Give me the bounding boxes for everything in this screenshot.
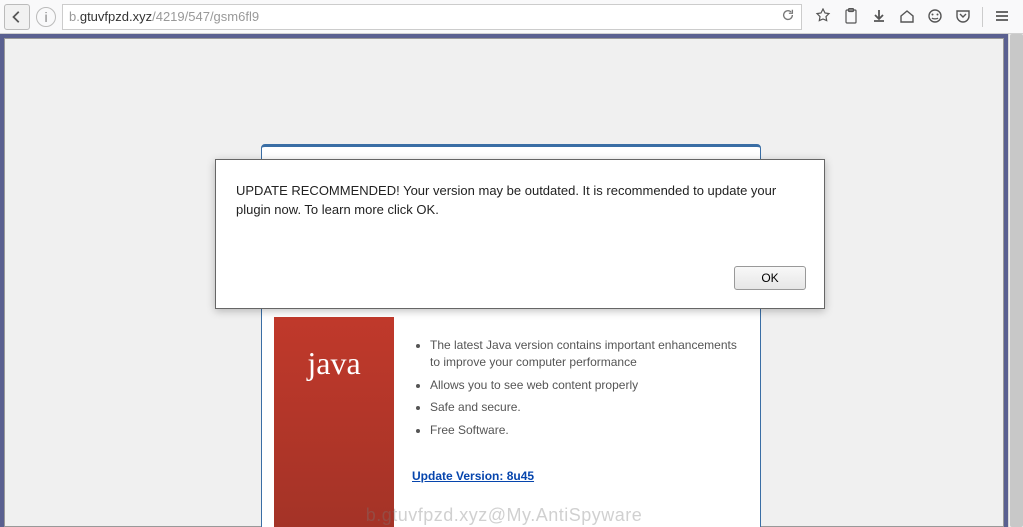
update-version-link[interactable]: Update Version: 8u45 <box>412 469 742 483</box>
scrollbar-thumb[interactable] <box>1010 34 1023 527</box>
home-icon[interactable] <box>898 7 916 25</box>
viewport: java The latest Java version contains im… <box>0 34 1023 527</box>
toolbar-divider <box>982 7 983 27</box>
page-body: java The latest Java version contains im… <box>4 38 1004 527</box>
java-bullet: Safe and secure. <box>430 399 742 416</box>
clipboard-icon[interactable] <box>842 7 860 25</box>
toolbar-icons <box>806 7 1019 27</box>
site-info-icon[interactable]: i <box>36 7 56 27</box>
alert-message: UPDATE RECOMMENDED! Your version may be … <box>234 178 806 226</box>
url-path: /4219/547/gsm6fl9 <box>152 9 259 24</box>
java-logo: java <box>274 317 394 527</box>
browser-toolbar: i b.gtuvfpzd.xyz/4219/547/gsm6fl9 <box>0 0 1023 34</box>
url-host: gtuvfpzd.xyz <box>80 9 152 24</box>
url-bar[interactable]: b.gtuvfpzd.xyz/4219/547/gsm6fl9 <box>62 4 802 30</box>
face-icon[interactable] <box>926 7 944 25</box>
java-content: The latest Java version contains importa… <box>412 337 742 483</box>
java-bullet: The latest Java version contains importa… <box>430 337 742 371</box>
reload-icon[interactable] <box>781 8 795 25</box>
url-prefix: b. <box>69 9 80 24</box>
menu-icon[interactable] <box>993 7 1011 25</box>
vertical-scrollbar[interactable] <box>1008 34 1023 527</box>
pocket-icon[interactable] <box>954 7 972 25</box>
bookmark-star-icon[interactable] <box>814 7 832 25</box>
back-button[interactable] <box>4 4 30 30</box>
java-bullet: Free Software. <box>430 422 742 439</box>
java-bullet: Allows you to see web content properly <box>430 377 742 394</box>
download-icon[interactable] <box>870 7 888 25</box>
alert-actions: OK <box>234 266 806 290</box>
alert-dialog: UPDATE RECOMMENDED! Your version may be … <box>215 159 825 309</box>
ok-button[interactable]: OK <box>734 266 806 290</box>
